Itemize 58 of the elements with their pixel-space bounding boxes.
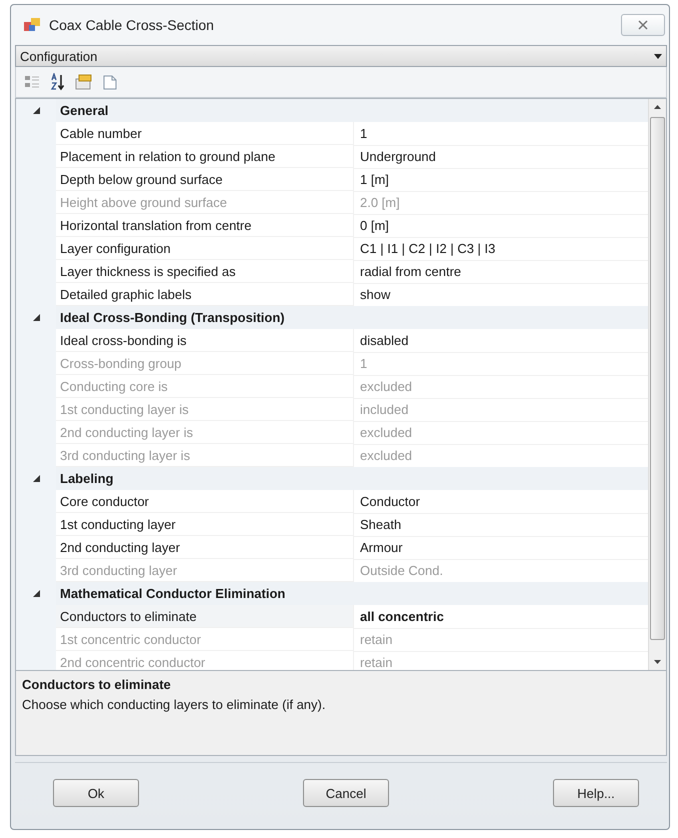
property-row[interactable]: Placement in relation to ground plane Underground [16, 145, 648, 168]
property-name: 2nd conducting layer [56, 536, 354, 559]
property-name: 2nd conducting layer is [56, 421, 354, 444]
dropdown-caret-icon [654, 54, 662, 58]
property-value[interactable]: all concentric [354, 604, 648, 628]
property-value[interactable]: Sheath [354, 512, 648, 536]
property-name: Horizontal translation from centre [56, 214, 354, 237]
property-value[interactable]: Armour [354, 536, 648, 560]
property-name: Conductors to eliminate [56, 605, 354, 628]
property-row[interactable]: Depth below ground surface 1 [m] [16, 168, 648, 191]
property-name: Layer configuration [56, 237, 354, 260]
scroll-up-icon [654, 105, 661, 109]
property-name: Cross-bonding group [56, 352, 354, 375]
collapse-arrow-icon[interactable] [32, 106, 40, 115]
property-value[interactable]: C1 | I1 | C2 | I2 | C3 | I3 [354, 236, 648, 260]
property-row[interactable]: 2nd conducting layer Armour [16, 536, 648, 559]
description-text: Choose which conducting layers to eliminate (if any). [22, 697, 326, 712]
property-row[interactable]: Layer thickness is specified as radial from centre [16, 260, 648, 283]
property-row[interactable]: Ideal cross-bonding is disabled [16, 329, 648, 352]
property-name: 1st conducting layer is [56, 398, 354, 421]
property-name: Layer thickness is specified as [56, 260, 354, 283]
property-row[interactable]: 1st conducting layer Sheath [16, 513, 648, 536]
dialog-button[interactable]: Ok [53, 779, 139, 807]
property-name: Cable number [56, 122, 354, 145]
collapse-arrow-icon[interactable] [32, 474, 40, 483]
property-row[interactable]: Cable number 1 [16, 122, 648, 145]
property-name: Core conductor [56, 490, 354, 513]
property-value[interactable]: 1 [354, 122, 648, 146]
property-name: 1st conducting layer [56, 513, 354, 536]
property-row[interactable]: Horizontal translation from centre 0 [m] [16, 214, 648, 237]
property-value[interactable]: Underground [354, 144, 648, 168]
property-row[interactable]: Conductors to eliminate all concentric [16, 605, 648, 628]
property-value[interactable]: 1 [m] [354, 168, 648, 192]
collapse-arrow-icon[interactable] [32, 589, 40, 598]
dialog-button[interactable]: Cancel [303, 779, 389, 807]
object-dropdown[interactable]: Configuration [15, 45, 667, 67]
property-name: 1st concentric conductor [56, 628, 354, 651]
collapse-arrow-icon[interactable] [32, 313, 40, 322]
property-row[interactable]: Core conductor Conductor [16, 490, 648, 513]
property-value[interactable]: radial from centre [354, 260, 648, 284]
dialog-button[interactable]: Help... [553, 779, 639, 807]
property-name: Conducting core is [56, 375, 354, 398]
property-name: Ideal cross-bonding is [56, 329, 354, 352]
property-row[interactable]: Layer configuration C1 | I1 | C2 | I2 | C3 | I3 [16, 237, 648, 260]
property-value[interactable]: 0 [m] [354, 214, 648, 238]
close-icon [637, 20, 649, 30]
property-name: Height above ground surface [56, 191, 354, 214]
close-button[interactable] [621, 14, 665, 36]
property-value[interactable]: Conductor [354, 490, 648, 514]
app-icon [23, 17, 41, 33]
description-title: Conductors to eliminate [22, 677, 172, 692]
scroll-down-icon [654, 660, 661, 664]
property-name: Placement in relation to ground plane [56, 145, 354, 168]
property-value[interactable]: disabled [354, 328, 648, 352]
window-title: Coax Cable Cross-Section [49, 17, 215, 33]
property-name: Depth below ground surface [56, 168, 354, 191]
property-pages-icon[interactable] [74, 72, 94, 92]
scrollbar[interactable] [648, 99, 666, 670]
